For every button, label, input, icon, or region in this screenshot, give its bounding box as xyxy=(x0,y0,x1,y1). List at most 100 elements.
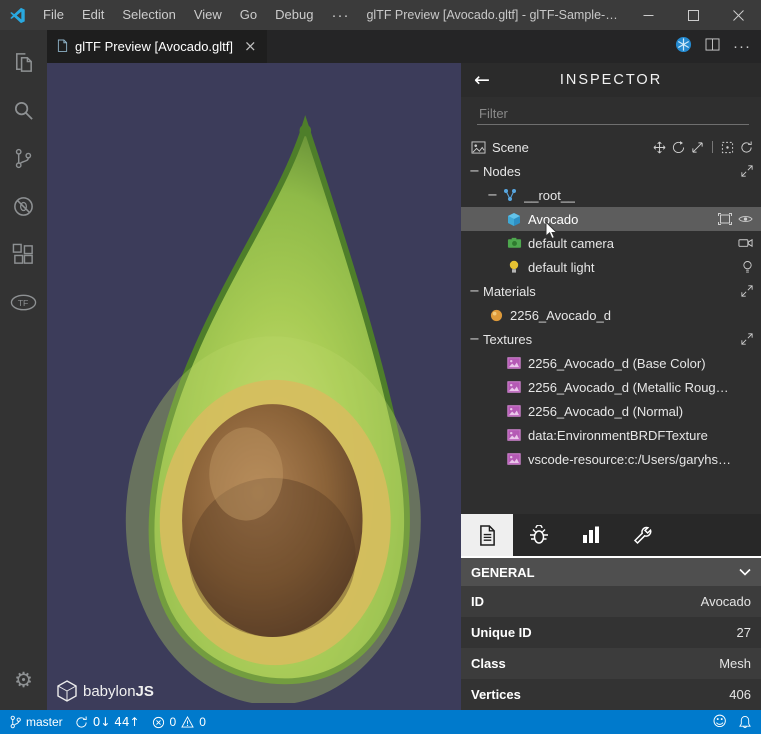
rotate-gizmo-icon[interactable] xyxy=(672,140,685,154)
translate-gizmo-icon[interactable] xyxy=(653,141,666,154)
menu-overflow[interactable]: ··· xyxy=(322,8,358,23)
refresh-icon[interactable] xyxy=(740,140,753,154)
tree-label: Avocado xyxy=(528,211,579,227)
property-row-unique-id: Unique ID 27 xyxy=(461,617,761,648)
branch-icon xyxy=(10,715,21,729)
babylon-inspector-toggle-icon[interactable] xyxy=(675,36,692,58)
menu-file[interactable]: File xyxy=(34,0,73,30)
tree-row-default-camera[interactable]: default camera xyxy=(461,231,761,255)
menu-edit[interactable]: Edit xyxy=(73,0,113,30)
tree-row-material-avocado[interactable]: 2256_Avocado_d xyxy=(461,303,761,327)
root-node-icon xyxy=(501,188,519,202)
tree-row-materials[interactable]: − Materials xyxy=(461,279,761,303)
texture-icon xyxy=(505,357,523,369)
inspector-title: INSPECTOR xyxy=(559,72,663,88)
texture-icon xyxy=(505,453,523,465)
tree-row-texture-base-color[interactable]: 2256_Avocado_d (Base Color) xyxy=(461,351,761,375)
babylon-logo-text: babylonJS xyxy=(83,682,154,700)
material-icon xyxy=(487,309,505,322)
expand-all-icon[interactable] xyxy=(741,165,753,177)
collapse-icon[interactable]: − xyxy=(469,332,483,347)
window-controls xyxy=(626,0,761,30)
menu-view[interactable]: View xyxy=(185,0,231,30)
tree-row-default-light[interactable]: default light xyxy=(461,255,761,279)
general-section-header[interactable]: GENERAL xyxy=(461,558,761,586)
feedback-smiley-icon[interactable]: ☺ xyxy=(712,714,727,730)
expand-all-icon[interactable] xyxy=(741,333,753,345)
tree-row-root[interactable]: − __root__ xyxy=(461,183,761,207)
tree-row-scene[interactable]: Scene xyxy=(461,135,761,159)
property-label: Vertices xyxy=(471,687,521,702)
gltf-tools-icon[interactable]: TF xyxy=(0,278,47,326)
minimize-button[interactable] xyxy=(626,0,671,30)
properties-tab[interactable] xyxy=(461,514,513,556)
menu-selection[interactable]: Selection xyxy=(113,0,184,30)
property-row-id: ID Avocado xyxy=(461,586,761,617)
inspector-panel: ← INSPECTOR Scene xyxy=(461,63,761,710)
tree-label: Textures xyxy=(483,331,533,347)
tab-gltf-preview[interactable]: glTF Preview [Avocado.gltf] × xyxy=(47,30,267,63)
problems-item[interactable]: 0 0 xyxy=(152,715,206,729)
tree-label: vscode-resource:c:/Users/garyhs… xyxy=(528,451,732,467)
tree-label: 2256_Avocado_d (Base Color) xyxy=(528,355,706,371)
filter-input[interactable] xyxy=(477,103,749,125)
warning-count: 0 xyxy=(199,715,206,729)
expand-all-icon[interactable] xyxy=(741,285,753,297)
tree-label: default camera xyxy=(528,235,614,251)
search-icon[interactable] xyxy=(0,86,47,134)
picker-icon[interactable] xyxy=(721,141,734,154)
tree-row-texture-metallic[interactable]: 2256_Avocado_d (Metallic Roug… xyxy=(461,375,761,399)
bar-chart-icon xyxy=(583,526,599,543)
property-label: Class xyxy=(471,656,506,671)
menu-debug[interactable]: Debug xyxy=(266,0,322,30)
settings-gear-icon[interactable]: ⚙ xyxy=(0,656,47,704)
gizmo-toolbar xyxy=(653,140,753,154)
lightbulb-icon[interactable] xyxy=(742,260,753,274)
camera-node-icon xyxy=(505,237,523,249)
maximize-button[interactable] xyxy=(671,0,716,30)
tab-close-icon[interactable]: × xyxy=(244,39,257,54)
explorer-icon[interactable] xyxy=(0,38,47,86)
debug-icon[interactable] xyxy=(0,182,47,230)
tree-row-texture-brdf[interactable]: data:EnvironmentBRDFTexture xyxy=(461,423,761,447)
tree-row-nodes[interactable]: − Nodes xyxy=(461,159,761,183)
workbench: TF ⚙ glTF Preview [Avocado.gltf] × ··· b… xyxy=(0,30,761,710)
video-camera-icon[interactable] xyxy=(738,238,753,248)
tree-row-textures[interactable]: − Textures xyxy=(461,327,761,351)
babylon-cube-icon xyxy=(57,680,77,702)
bounding-box-icon[interactable] xyxy=(718,213,732,225)
collapse-icon[interactable]: − xyxy=(487,188,501,203)
mesh-cube-icon xyxy=(505,212,523,227)
menu-go[interactable]: Go xyxy=(231,0,266,30)
git-sync-item[interactable]: 0↓ 44↑ xyxy=(75,715,140,729)
gltf-preview-viewport[interactable]: babylonJS xyxy=(47,63,461,710)
vscode-logo-icon xyxy=(0,7,34,24)
tree-row-texture-vscode-resource[interactable]: vscode-resource:c:/Users/garyhs… xyxy=(461,447,761,471)
scale-gizmo-icon[interactable] xyxy=(691,141,704,154)
close-button[interactable] xyxy=(716,0,761,30)
split-editor-icon[interactable] xyxy=(705,37,720,56)
property-label: Unique ID xyxy=(471,625,532,640)
visibility-eye-icon[interactable] xyxy=(738,214,753,224)
section-title: GENERAL xyxy=(471,564,535,580)
warning-icon xyxy=(181,716,195,728)
tools-tab[interactable] xyxy=(617,514,669,556)
tree-row-texture-normal[interactable]: 2256_Avocado_d (Normal) xyxy=(461,399,761,423)
texture-icon xyxy=(505,405,523,417)
back-arrow-icon[interactable]: ← xyxy=(461,69,503,91)
notifications-bell-icon[interactable] xyxy=(739,715,751,729)
debug-pane-tab[interactable] xyxy=(513,514,565,556)
statistics-tab[interactable] xyxy=(565,514,617,556)
editor-group: glTF Preview [Avocado.gltf] × ··· babylo… xyxy=(47,30,761,710)
source-control-icon[interactable] xyxy=(0,134,47,182)
collapse-icon[interactable]: − xyxy=(469,164,483,179)
chevron-down-icon xyxy=(739,568,751,576)
tree-row-avocado[interactable]: Avocado xyxy=(461,207,761,231)
collapse-icon[interactable]: − xyxy=(469,284,483,299)
extensions-icon[interactable] xyxy=(0,230,47,278)
activity-bar: TF ⚙ xyxy=(0,30,47,710)
git-branch-item[interactable]: master xyxy=(10,715,63,729)
sync-counts: 0↓ 44↑ xyxy=(92,715,140,729)
more-actions-icon[interactable]: ··· xyxy=(733,39,751,54)
document-icon xyxy=(479,524,495,546)
